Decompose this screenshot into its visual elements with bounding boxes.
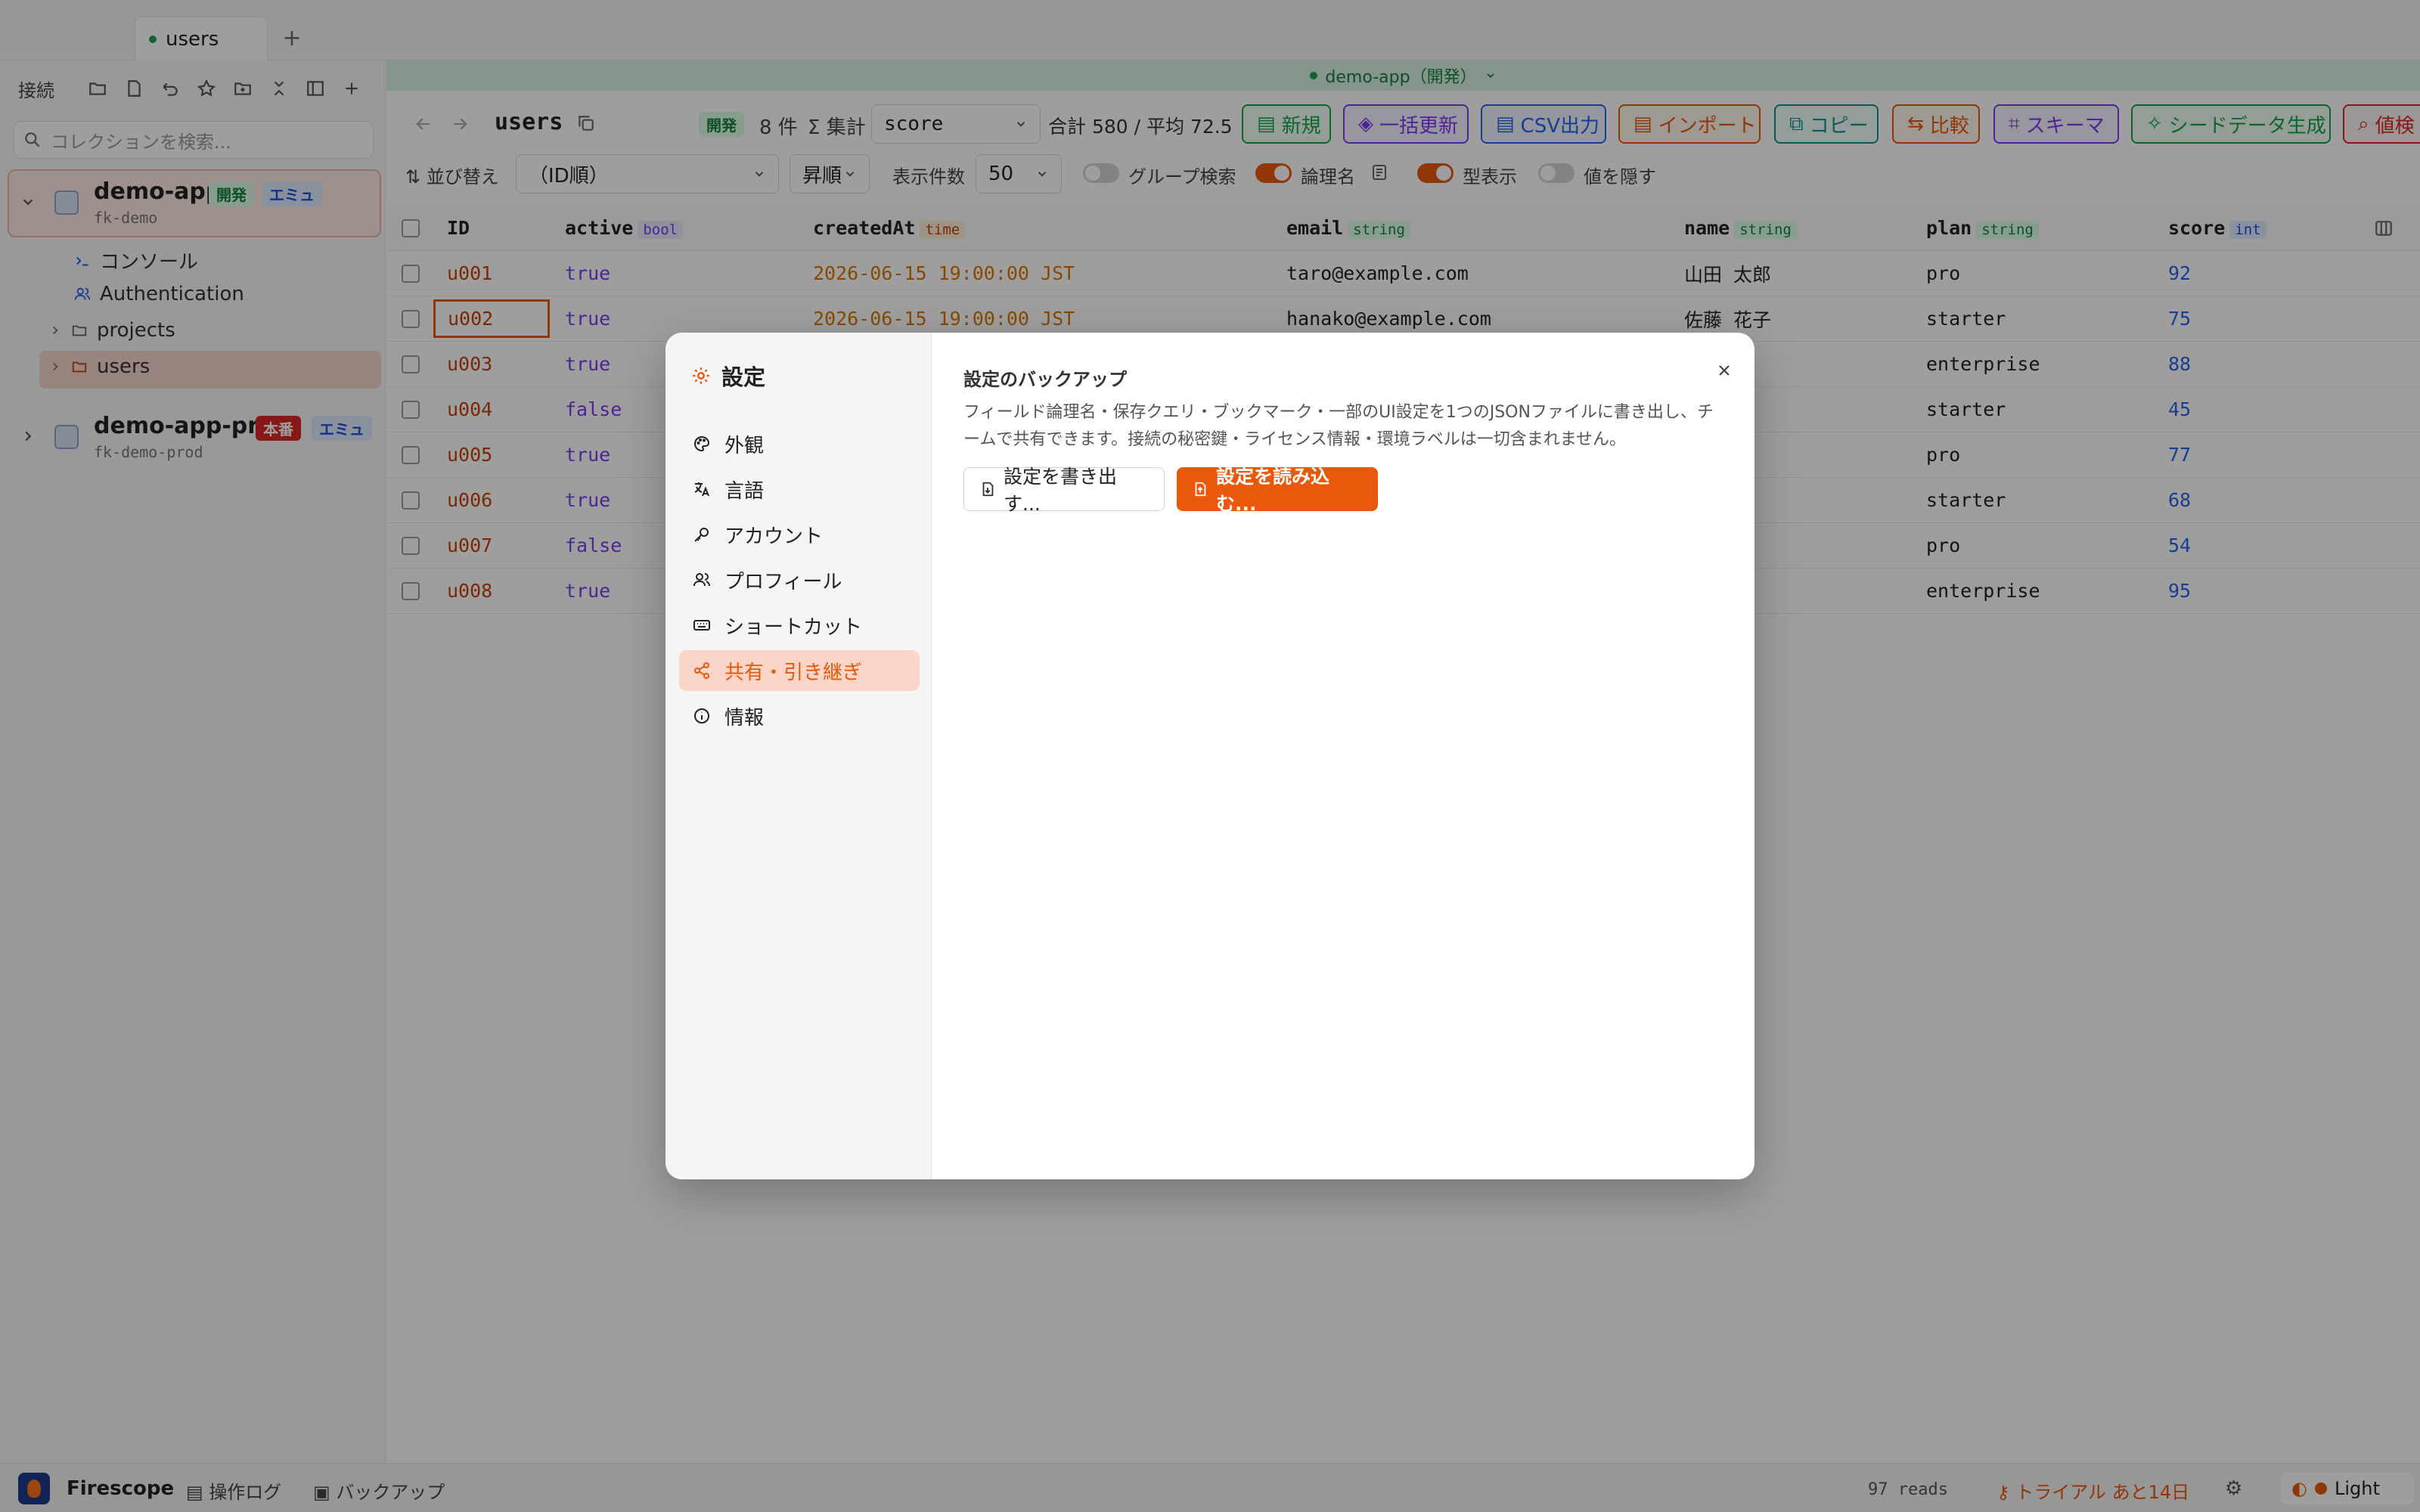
share-icon xyxy=(693,662,711,680)
settings-nav: 設定 外観言語 アカウント プロフィール ショートカット 共有・引き継ぎ 情報 xyxy=(666,333,932,1179)
settings-title: 設定 xyxy=(691,360,765,392)
settings-nav-item[interactable]: 言語 xyxy=(679,469,920,510)
settings-nav-item[interactable]: 情報 xyxy=(679,696,920,736)
keyboard-icon xyxy=(693,616,711,634)
settings-modal: 設定 外観言語 アカウント プロフィール ショートカット 共有・引き継ぎ 情報 設定のバッ… xyxy=(666,333,1754,1179)
import-settings-button[interactable]: 設定を読み込む... xyxy=(1177,466,1378,515)
settings-nav-item[interactable]: 外観 xyxy=(679,423,920,464)
close-icon[interactable] xyxy=(1709,355,1739,386)
palette-icon xyxy=(693,435,711,453)
settings-nav-item[interactable]: 共有・引き継ぎ xyxy=(679,650,920,691)
settings-nav-item[interactable]: ショートカット xyxy=(679,605,920,646)
export-settings-button[interactable]: 設定を書き出す... xyxy=(963,466,1165,515)
settings-nav-item[interactable]: プロフィール xyxy=(679,559,920,600)
section-description: フィールド論理名・保存クエリ・ブックマーク・一部のUI設定を1つのJSONファイ… xyxy=(963,403,1714,449)
key-icon xyxy=(693,525,711,544)
file-export-icon xyxy=(979,481,996,497)
file-import-icon xyxy=(1192,481,1208,497)
info-icon xyxy=(693,707,711,725)
section-title: 設定のバックアップ xyxy=(963,369,1127,390)
settings-nav-item[interactable]: アカウント xyxy=(679,514,920,555)
users-icon xyxy=(693,571,711,589)
translate-icon xyxy=(693,480,711,498)
gear-icon xyxy=(691,366,711,386)
